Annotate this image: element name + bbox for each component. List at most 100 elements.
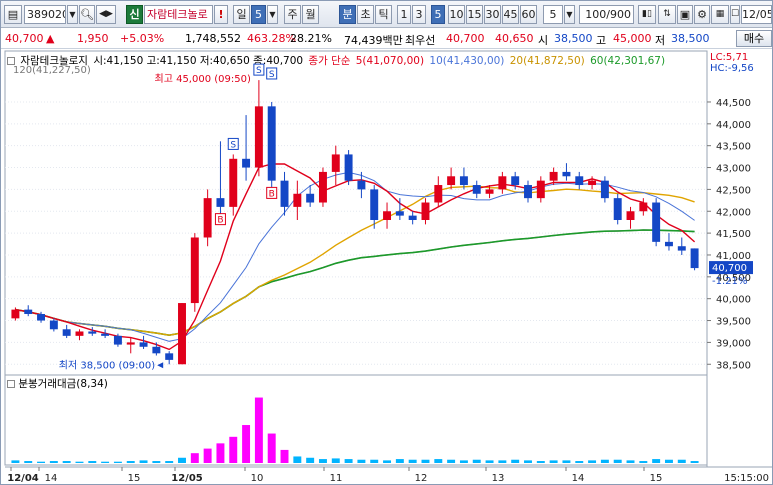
- volume-bar: [139, 460, 148, 463]
- interval-60-button[interactable]: 60: [520, 5, 537, 24]
- count-select[interactable]: 5: [543, 5, 563, 24]
- candle-body: [536, 180, 545, 199]
- low-price: 38,500: [671, 32, 710, 45]
- price-tick-label: 41,000: [716, 251, 751, 262]
- volume-bar: [524, 460, 532, 463]
- signal-marker: [266, 67, 278, 80]
- volume-bar: [575, 461, 584, 463]
- period-dropdown-icon[interactable]: ▼: [267, 5, 278, 24]
- volume-bar: [280, 449, 289, 463]
- candle-body: [498, 176, 507, 190]
- volume-bar: [113, 461, 122, 463]
- candle-body: [49, 320, 58, 330]
- volume-bar: [242, 425, 251, 463]
- hc-label: HC:-9,56: [710, 63, 754, 74]
- candle-body: [203, 198, 212, 238]
- candle-body: [306, 193, 315, 203]
- open-price: 38,500: [554, 32, 593, 45]
- price-tick-label: 44,500: [716, 98, 751, 109]
- interval-1-button[interactable]: 1: [397, 5, 411, 24]
- code-dropdown-icon[interactable]: ▼: [67, 5, 78, 24]
- volume-bar: [434, 459, 443, 463]
- legend-box-icon: [7, 57, 15, 65]
- current-price: 40,700: [5, 32, 44, 45]
- stock-code-input[interactable]: 389020: [24, 5, 66, 24]
- interval-30-button[interactable]: 30: [484, 5, 501, 24]
- open-label: 시: [538, 34, 549, 47]
- best-bid: 40,650: [495, 32, 534, 45]
- indicator-icon[interactable]: ▮▯: [638, 5, 656, 24]
- volume-bar: [331, 458, 340, 463]
- period-month-button[interactable]: 월: [302, 5, 319, 24]
- last-price-label: 40,700: [712, 263, 747, 274]
- candle-body: [293, 193, 302, 207]
- period-day-button[interactable]: 일: [233, 5, 250, 24]
- interval-10-button[interactable]: 10: [448, 5, 465, 24]
- price-chart[interactable]: 44,500 44,000 43,500 43,000 42,500 42,000 41,5…: [1, 1, 773, 485]
- turnover-percent: 28.21%: [290, 32, 332, 45]
- best-ask-label: 최우선: [405, 34, 436, 47]
- volume-bar: [88, 461, 97, 463]
- date-field[interactable]: 12/05: [741, 5, 772, 24]
- period-second-button[interactable]: 초: [357, 5, 374, 24]
- interval-3-button[interactable]: 3: [412, 5, 426, 24]
- price-tick-label: 41,500: [716, 229, 751, 240]
- candle-body: [190, 237, 199, 304]
- stock-name-field[interactable]: 자람테크놀로: [144, 5, 213, 24]
- alert-button[interactable]: !: [214, 5, 228, 24]
- candle-body: [588, 180, 597, 186]
- period-value-field[interactable]: 5: [251, 5, 266, 24]
- volume-bar: [216, 443, 225, 463]
- bar-count-field[interactable]: 100/900: [579, 5, 634, 24]
- period-week-button[interactable]: 주: [284, 5, 301, 24]
- save-icon[interactable]: ▣: [677, 5, 693, 24]
- volume-bar: [447, 459, 456, 463]
- volume: 1,748,552: [185, 32, 241, 45]
- x-tick-label: 13: [492, 473, 505, 484]
- ma60-label: 60(42,301,67): [590, 55, 666, 67]
- count-dropdown-icon[interactable]: ▼: [564, 5, 575, 24]
- period-minute-button[interactable]: 분: [339, 5, 356, 24]
- gear-icon[interactable]: ⚙: [694, 5, 710, 24]
- window-menu-icon[interactable]: ▤: [4, 5, 22, 24]
- volume-bar: [626, 460, 635, 463]
- high-price: 45,000: [613, 32, 652, 45]
- interval-15-button[interactable]: 15: [466, 5, 483, 24]
- interval-45-button[interactable]: 45: [502, 5, 519, 24]
- period-tick-button[interactable]: 틱: [375, 5, 392, 24]
- search-icon[interactable]: 🔍︎: [79, 5, 95, 24]
- candle-body: [242, 158, 251, 168]
- checkbox-icon[interactable]: ☐: [730, 5, 740, 24]
- prev-next-icon[interactable]: ◀▶: [96, 5, 116, 24]
- volume-bar: [472, 459, 481, 463]
- candle-body: [24, 309, 33, 314]
- candle-body: [280, 180, 289, 207]
- x-tick-label: 15: [650, 473, 663, 484]
- candle-body: [485, 189, 494, 194]
- candle-body: [549, 171, 558, 181]
- candle-body: [395, 211, 404, 216]
- candle-body: [575, 176, 584, 186]
- ma120-line: [15, 229, 695, 336]
- high-label: 고: [596, 34, 607, 47]
- arrows-icon[interactable]: ⇅: [658, 5, 676, 24]
- x-tick-label: 14: [45, 473, 58, 484]
- x-tick-label: 11: [330, 473, 343, 484]
- grid-icon[interactable]: ▦: [711, 5, 729, 24]
- volume-bar: [344, 459, 353, 463]
- low-arrow-icon: [157, 362, 164, 369]
- volume-bar: [498, 460, 507, 463]
- low-label: 저: [655, 34, 666, 47]
- candle-body: [331, 154, 340, 172]
- ma120-label: 120(41,227,50): [13, 65, 91, 76]
- interval-5-button[interactable]: 5: [431, 5, 445, 24]
- ma10-line: [15, 171, 695, 342]
- last-pct-label: -1.21%: [712, 276, 747, 287]
- price-pane-frame: [4, 50, 708, 376]
- volume-bar: [690, 461, 699, 463]
- buy-button[interactable]: 매수: [736, 30, 772, 47]
- volume-legend: 분봉거래대금(8,34): [7, 376, 108, 391]
- x-tick-label: 15: [128, 473, 141, 484]
- candle-body: [383, 211, 392, 220]
- volume-bar: [395, 459, 404, 463]
